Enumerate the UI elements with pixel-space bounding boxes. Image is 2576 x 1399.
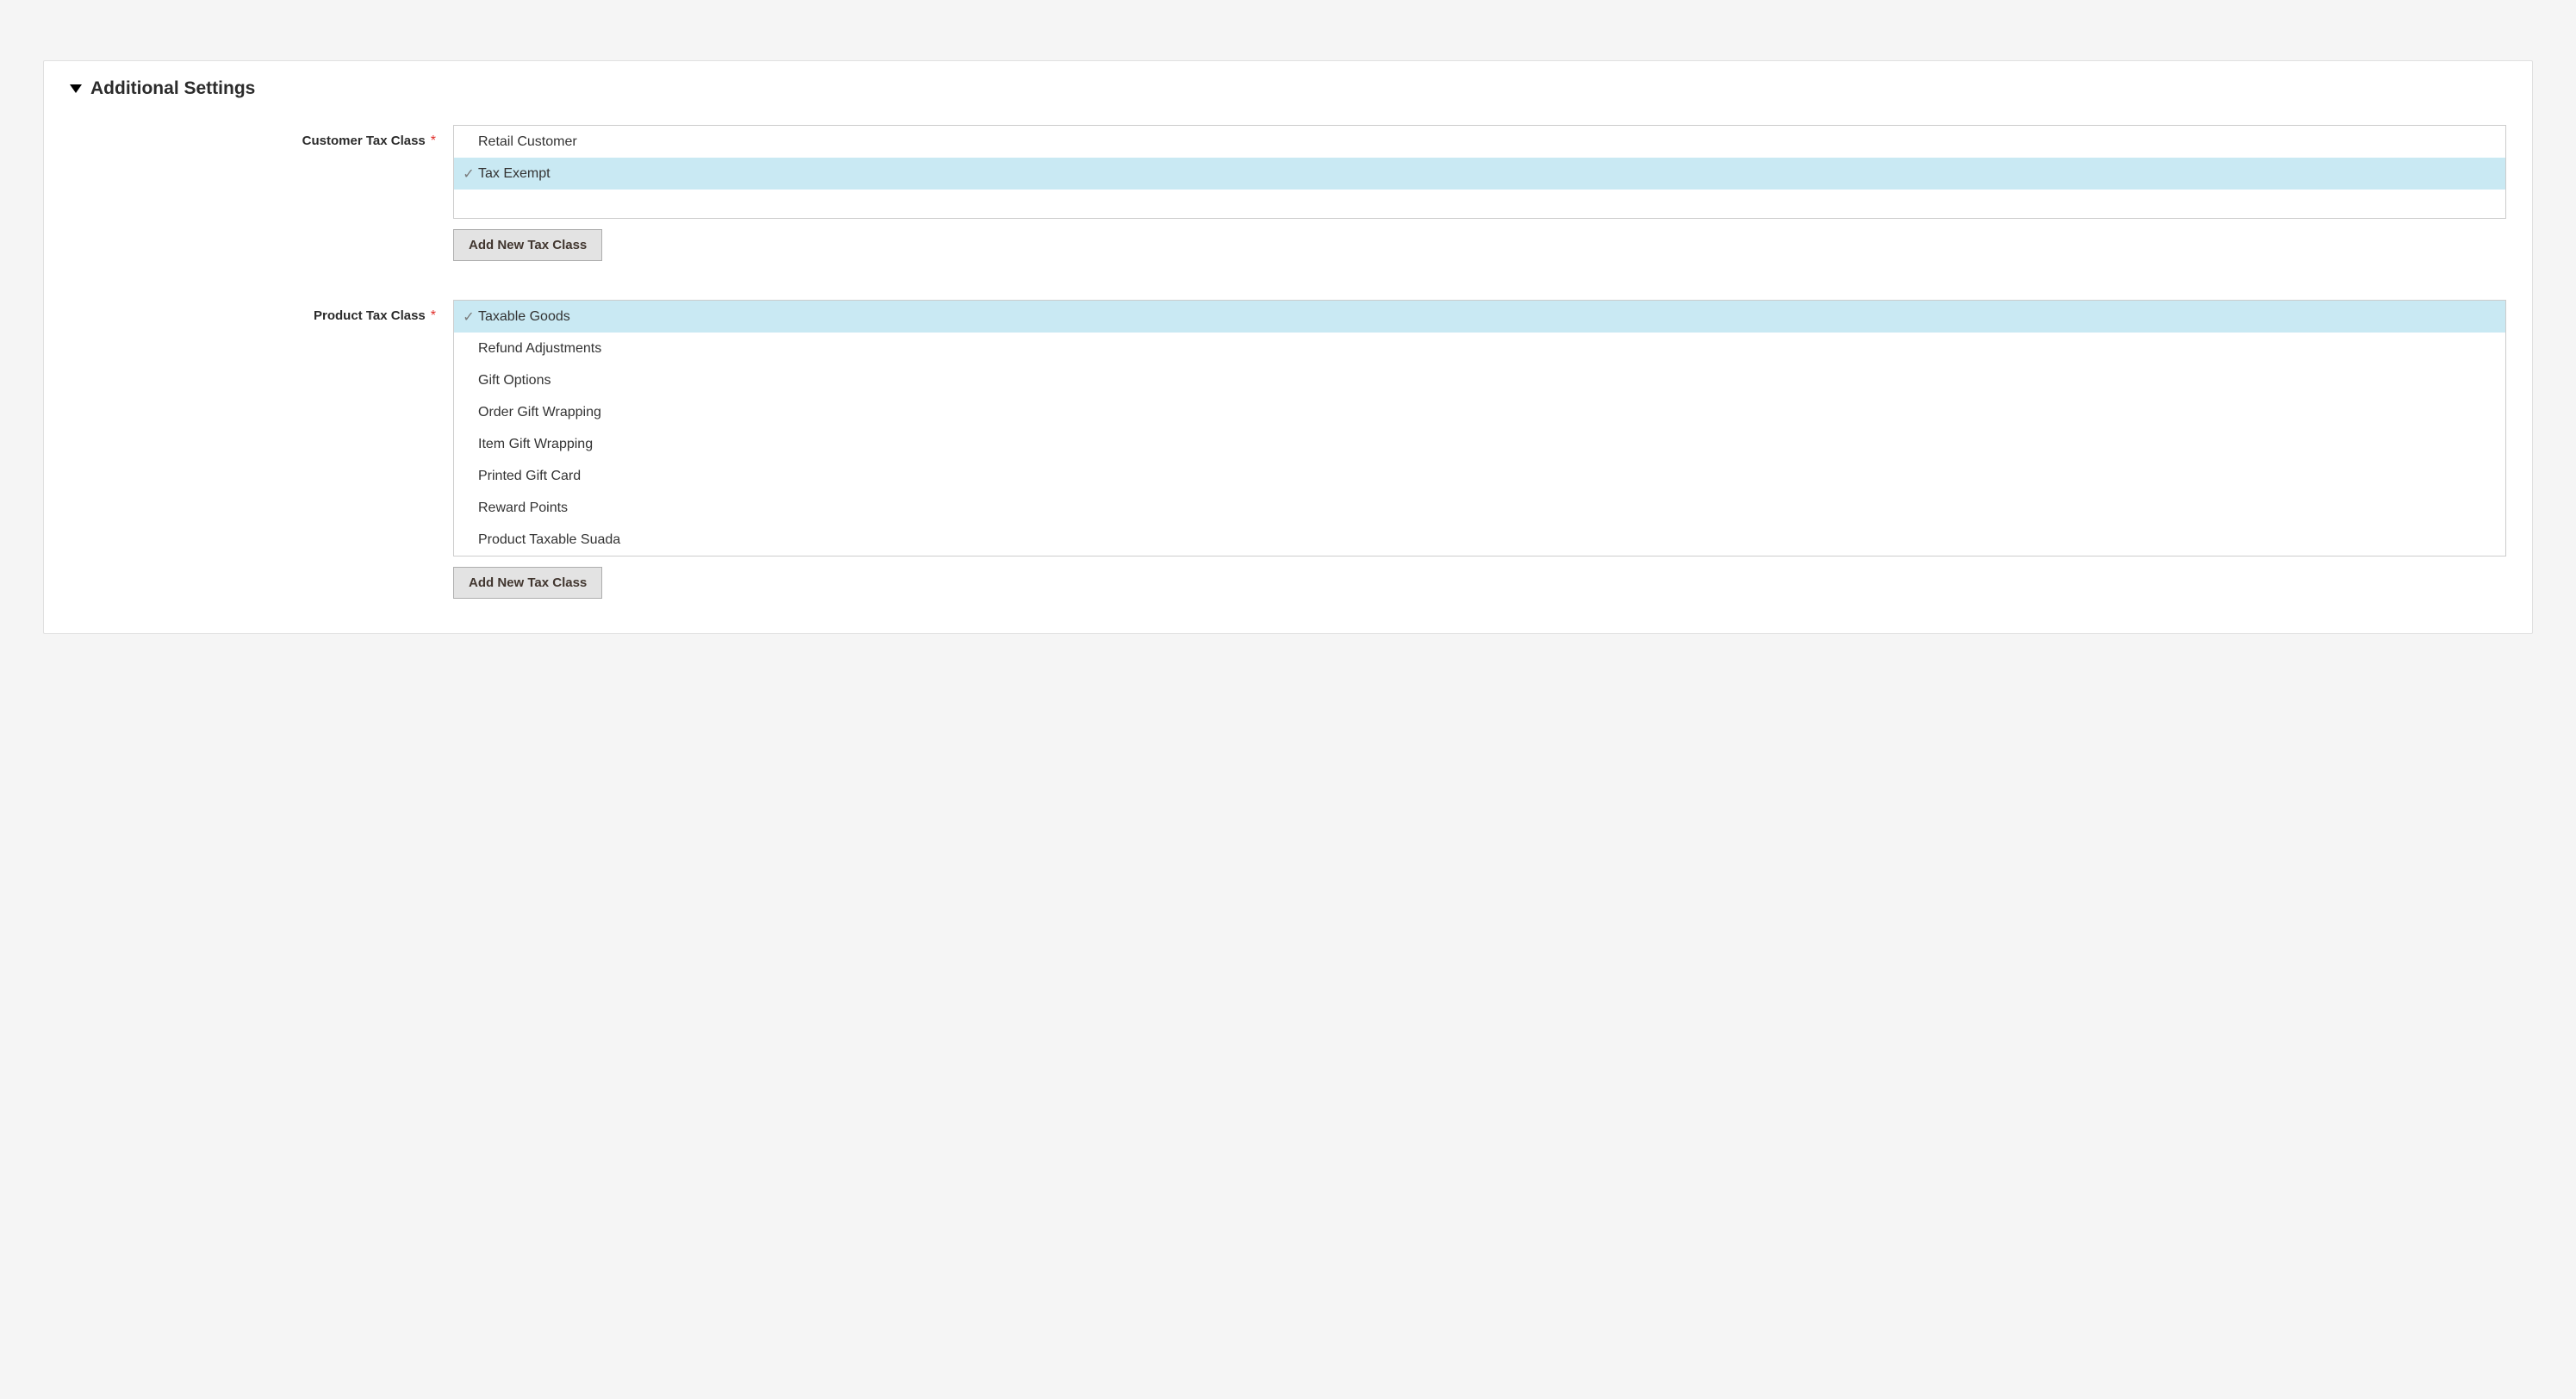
list-item-label: Gift Options [478, 373, 551, 389]
required-asterisk: * [431, 134, 436, 148]
checkmark-icon: ✓ [463, 308, 474, 326]
list-item[interactable]: Item Gift Wrapping [454, 428, 2505, 460]
list-item-label: Retail Customer [478, 134, 577, 150]
list-item-label: Item Gift Wrapping [478, 437, 593, 452]
product-tax-class-label-col: Product Tax Class * [70, 300, 453, 324]
list-item[interactable]: Refund Adjustments [454, 333, 2505, 364]
list-item[interactable]: ✓ Taxable Goods [454, 301, 2505, 333]
customer-tax-class-input-col: Retail Customer ✓ Tax Exempt Add New Tax… [453, 125, 2506, 261]
list-item[interactable]: Reward Points [454, 492, 2505, 524]
check-slot: ✓ [461, 165, 476, 183]
list-item[interactable]: Product Taxable Suada [454, 524, 2505, 556]
checkmark-icon: ✓ [463, 165, 474, 183]
list-item-label: Taxable Goods [478, 309, 570, 325]
list-item-label: Reward Points [478, 501, 568, 516]
list-item-label: Product Taxable Suada [478, 532, 620, 548]
additional-settings-panel: Additional Settings Customer Tax Class * … [43, 60, 2533, 634]
section-title: Additional Settings [90, 78, 255, 99]
section-toggle[interactable]: Additional Settings [70, 78, 2506, 99]
product-tax-class-listbox[interactable]: ✓ Taxable Goods Refund Adjustments Gift … [453, 300, 2506, 556]
customer-tax-class-label: Customer Tax Class [302, 134, 426, 148]
add-customer-tax-class-button[interactable]: Add New Tax Class [453, 229, 602, 261]
list-item[interactable]: Retail Customer [454, 126, 2505, 158]
list-item[interactable]: Printed Gift Card [454, 460, 2505, 492]
required-asterisk: * [431, 308, 436, 323]
list-item-label: Tax Exempt [478, 166, 551, 182]
customer-tax-class-label-col: Customer Tax Class * [70, 125, 453, 149]
customer-tax-class-row: Customer Tax Class * Retail Customer ✓ Ta… [70, 125, 2506, 261]
add-product-tax-class-button[interactable]: Add New Tax Class [453, 567, 602, 599]
list-item[interactable]: ✓ Tax Exempt [454, 158, 2505, 190]
product-tax-class-label: Product Tax Class [314, 308, 426, 323]
list-item-label: Refund Adjustments [478, 341, 601, 357]
triangle-down-icon [70, 84, 82, 93]
product-tax-class-input-col: ✓ Taxable Goods Refund Adjustments Gift … [453, 300, 2506, 599]
customer-tax-class-listbox[interactable]: Retail Customer ✓ Tax Exempt [453, 125, 2506, 219]
check-slot: ✓ [461, 308, 476, 326]
list-item[interactable]: Gift Options [454, 364, 2505, 396]
product-tax-class-row: Product Tax Class * ✓ Taxable Goods Refun… [70, 300, 2506, 599]
list-item-label: Order Gift Wrapping [478, 405, 601, 420]
list-item[interactable]: Order Gift Wrapping [454, 396, 2505, 428]
list-item-label: Printed Gift Card [478, 469, 581, 484]
